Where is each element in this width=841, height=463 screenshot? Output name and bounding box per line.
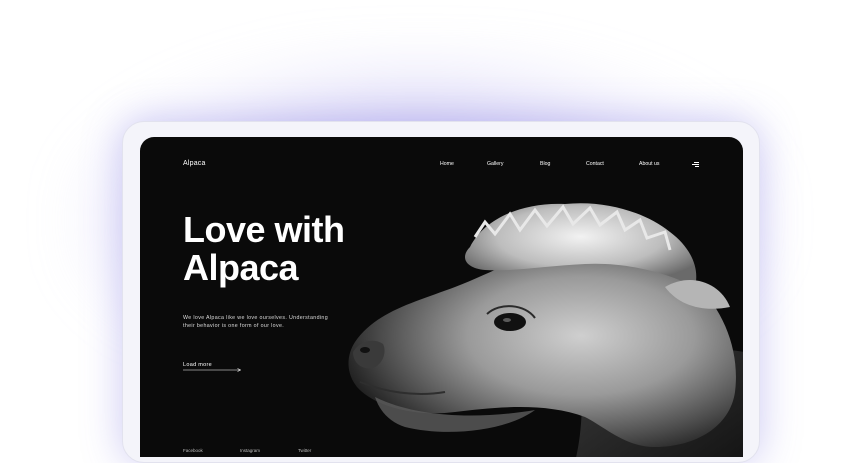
arrow-right-icon[interactable] xyxy=(183,368,241,372)
brand-logo[interactable]: Alpaca xyxy=(183,160,206,167)
hero-title: Love with Alpaca xyxy=(183,211,345,287)
nav-gallery[interactable]: Gallery xyxy=(487,161,503,167)
hero-title-line1: Love with xyxy=(183,209,345,250)
social-facebook[interactable]: Facebook xyxy=(183,448,203,453)
nav-contact[interactable]: Contact xyxy=(586,161,604,167)
hero-title-line2: Alpaca xyxy=(183,247,299,288)
menu-icon[interactable] xyxy=(692,162,699,167)
alpaca-image xyxy=(348,203,743,457)
social-instagram[interactable]: Instagram xyxy=(240,448,260,453)
nav-about-us[interactable]: About us xyxy=(639,161,659,167)
hero-description: We love Alpaca like we love ourselves. U… xyxy=(183,315,329,329)
nav-home[interactable]: Home xyxy=(440,161,454,167)
website-screen: Alpaca Home Gallery Blog Contact About u… xyxy=(140,137,743,457)
social-twitter[interactable]: Twitter xyxy=(298,448,311,453)
nav-blog[interactable]: Blog xyxy=(540,161,550,167)
